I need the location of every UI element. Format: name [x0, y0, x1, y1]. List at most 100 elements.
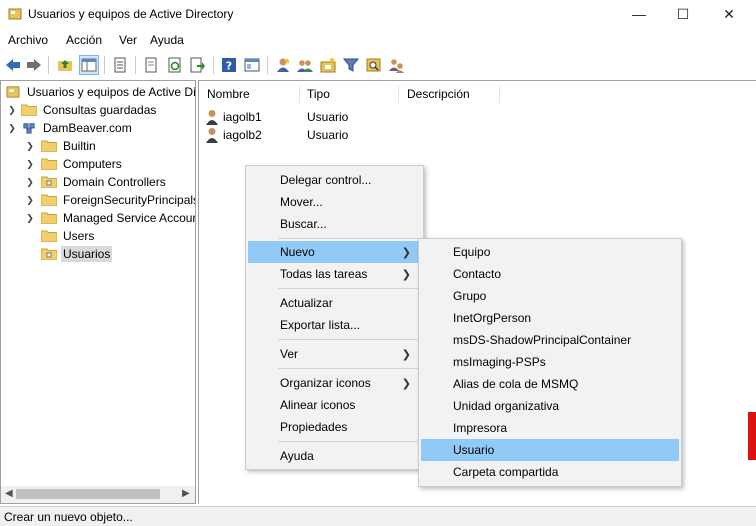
- column-header-tipo[interactable]: Tipo: [307, 87, 330, 101]
- tree-item-computers[interactable]: ❯ Computers: [25, 155, 124, 173]
- tree-item-managed-service-accounts[interactable]: ❯ Managed Service Accounts: [25, 209, 195, 227]
- submenu-arrow-icon: ❯: [401, 268, 411, 281]
- scrollbar-thumb[interactable]: [16, 489, 160, 499]
- menu-item-organizar-iconos[interactable]: Organizar iconos ❯: [248, 372, 421, 394]
- menu-item-exportar-lista[interactable]: Exportar lista...: [248, 314, 421, 336]
- column-header-nombre[interactable]: Nombre: [207, 87, 250, 101]
- tree-item-domain[interactable]: ❯ DamBeaver.com: [7, 119, 134, 137]
- tree-item-label: Builtin: [63, 139, 96, 153]
- tree-pane: Usuarios y equipos de Active Directory ❯…: [0, 80, 196, 504]
- tree-item-builtin[interactable]: ❯ Builtin: [25, 137, 98, 155]
- delegate-icon[interactable]: [387, 55, 407, 75]
- help-icon[interactable]: ?: [219, 55, 239, 75]
- menu-item-propiedades[interactable]: Propiedades: [248, 416, 421, 438]
- export-icon[interactable]: [188, 55, 208, 75]
- submenu-item-msimaging-psps[interactable]: msImaging-PSPs: [421, 351, 679, 373]
- close-button[interactable]: ✕: [706, 0, 752, 28]
- refresh-icon[interactable]: [165, 55, 185, 75]
- domain-icon: [23, 123, 35, 134]
- list-item-name: iagolb1: [223, 110, 262, 124]
- ou-folder-icon: [41, 176, 57, 188]
- submenu-item-carpeta-compartida[interactable]: Carpeta compartida: [421, 461, 679, 483]
- horizontal-scrollbar[interactable]: ◀ ▶: [1, 486, 195, 503]
- submenu-item-grupo[interactable]: Grupo: [421, 285, 679, 307]
- menu-item-ayuda[interactable]: Ayuda: [248, 445, 421, 467]
- scroll-right-arrow-icon[interactable]: ▶: [182, 488, 190, 499]
- context-menu: Delegar control... Mover... Buscar... Nu…: [245, 165, 424, 470]
- find-icon[interactable]: [364, 55, 384, 75]
- submenu-item-unidad-organizativa[interactable]: Unidad organizativa: [421, 395, 679, 417]
- show-tree-icon[interactable]: [79, 55, 99, 75]
- folder-icon: [41, 158, 57, 170]
- up-folder-icon[interactable]: [55, 55, 75, 75]
- forward-icon[interactable]: [24, 55, 44, 75]
- chevron-down-icon[interactable]: ❯: [7, 123, 17, 133]
- tree-item-users[interactable]: Users: [41, 227, 96, 245]
- submenu-item-msds-shadowprincipalcontainer[interactable]: msDS-ShadowPrincipalContainer: [421, 329, 679, 351]
- menu-item-ver[interactable]: Ver ❯: [248, 343, 421, 365]
- menu-item-buscar[interactable]: Buscar...: [248, 213, 421, 235]
- submenu-item-alias-msmq[interactable]: Alias de cola de MSMQ: [421, 373, 679, 395]
- tree-item-label: Users: [63, 229, 95, 243]
- svg-text:?: ?: [226, 60, 232, 73]
- chevron-right-icon[interactable]: ❯: [25, 177, 35, 187]
- maximize-button[interactable]: ☐: [660, 0, 706, 28]
- menu-item-actualizar[interactable]: Actualizar: [248, 292, 421, 314]
- properties-icon[interactable]: [110, 55, 130, 75]
- filter-icon[interactable]: [341, 55, 361, 75]
- new-group-icon[interactable]: [295, 55, 315, 75]
- folder-icon: [41, 212, 57, 224]
- minimize-button[interactable]: —: [616, 0, 662, 28]
- tree-item-label: Domain Controllers: [63, 175, 166, 189]
- menu-item-mover[interactable]: Mover...: [248, 191, 421, 213]
- menu-ayuda[interactable]: Ayuda: [150, 33, 184, 47]
- chevron-right-icon[interactable]: ❯: [25, 141, 35, 151]
- tree-item-usuarios[interactable]: Usuarios: [41, 245, 113, 263]
- menu-ver[interactable]: Ver: [119, 33, 137, 47]
- title-bar: Usuarios y equipos de Active Directory —…: [0, 0, 756, 30]
- folder-icon: [41, 140, 57, 152]
- submenu-item-impresora[interactable]: Impresora: [421, 417, 679, 439]
- user-icon: [206, 110, 218, 125]
- chevron-right-icon[interactable]: ❯: [25, 195, 35, 205]
- list-item[interactable]: iagolb1: [205, 108, 262, 126]
- tree-item-label: Computers: [63, 157, 122, 171]
- toolbar: ?: [0, 52, 756, 78]
- scroll-left-arrow-icon[interactable]: ◀: [5, 488, 13, 499]
- status-text: Crear un nuevo objeto...: [4, 510, 133, 524]
- menu-item-delegar-control[interactable]: Delegar control...: [248, 169, 421, 191]
- chevron-right-icon[interactable]: ❯: [7, 105, 17, 115]
- list-item-name: iagolb2: [223, 128, 262, 142]
- submenu-item-equipo[interactable]: Equipo: [421, 241, 679, 263]
- folder-icon: [21, 104, 37, 116]
- ou-folder-icon: [41, 248, 57, 260]
- menu-archivo[interactable]: Archivo: [8, 33, 48, 47]
- submenu-arrow-icon: ❯: [401, 246, 411, 259]
- active-directory-app-icon: [8, 8, 22, 20]
- submenu-item-inetorgperson[interactable]: InetOrgPerson: [421, 307, 679, 329]
- tree-item-foreign-security-principals[interactable]: ❯ ForeignSecurityPrincipals: [25, 191, 195, 209]
- status-bar: Crear un nuevo objeto...: [0, 506, 756, 526]
- tree-item-saved-queries[interactable]: ❯ Consultas guardadas: [7, 101, 158, 119]
- submenu-item-usuario[interactable]: Usuario: [421, 439, 679, 461]
- menu-item-nuevo[interactable]: Nuevo ❯: [248, 241, 421, 263]
- list-item[interactable]: iagolb2: [205, 126, 262, 144]
- menu-item-todas-las-tareas[interactable]: Todas las tareas ❯: [248, 263, 421, 285]
- new-ou-icon[interactable]: [318, 55, 338, 75]
- background-window-edge: [748, 412, 756, 460]
- back-icon[interactable]: [3, 55, 23, 75]
- chevron-right-icon[interactable]: ❯: [25, 159, 35, 169]
- list-item-type: Usuario: [307, 110, 349, 124]
- menu-item-alinear-iconos[interactable]: Alinear iconos: [248, 394, 421, 416]
- list-item-type: Usuario: [307, 128, 349, 142]
- column-header-descripcion[interactable]: Descripción: [407, 87, 470, 101]
- new-user-icon[interactable]: [273, 55, 293, 75]
- submenu-item-contacto[interactable]: Contacto: [421, 263, 679, 285]
- tree-item-domain-controllers[interactable]: ❯ Domain Controllers: [25, 173, 168, 191]
- mmc-view-icon[interactable]: [242, 55, 262, 75]
- chevron-right-icon[interactable]: ❯: [25, 213, 35, 223]
- user-icon: [206, 128, 218, 143]
- copy-icon[interactable]: [141, 55, 161, 75]
- menu-accion[interactable]: Acción: [66, 33, 102, 47]
- tree-root[interactable]: Usuarios y equipos de Active Directory: [5, 83, 195, 101]
